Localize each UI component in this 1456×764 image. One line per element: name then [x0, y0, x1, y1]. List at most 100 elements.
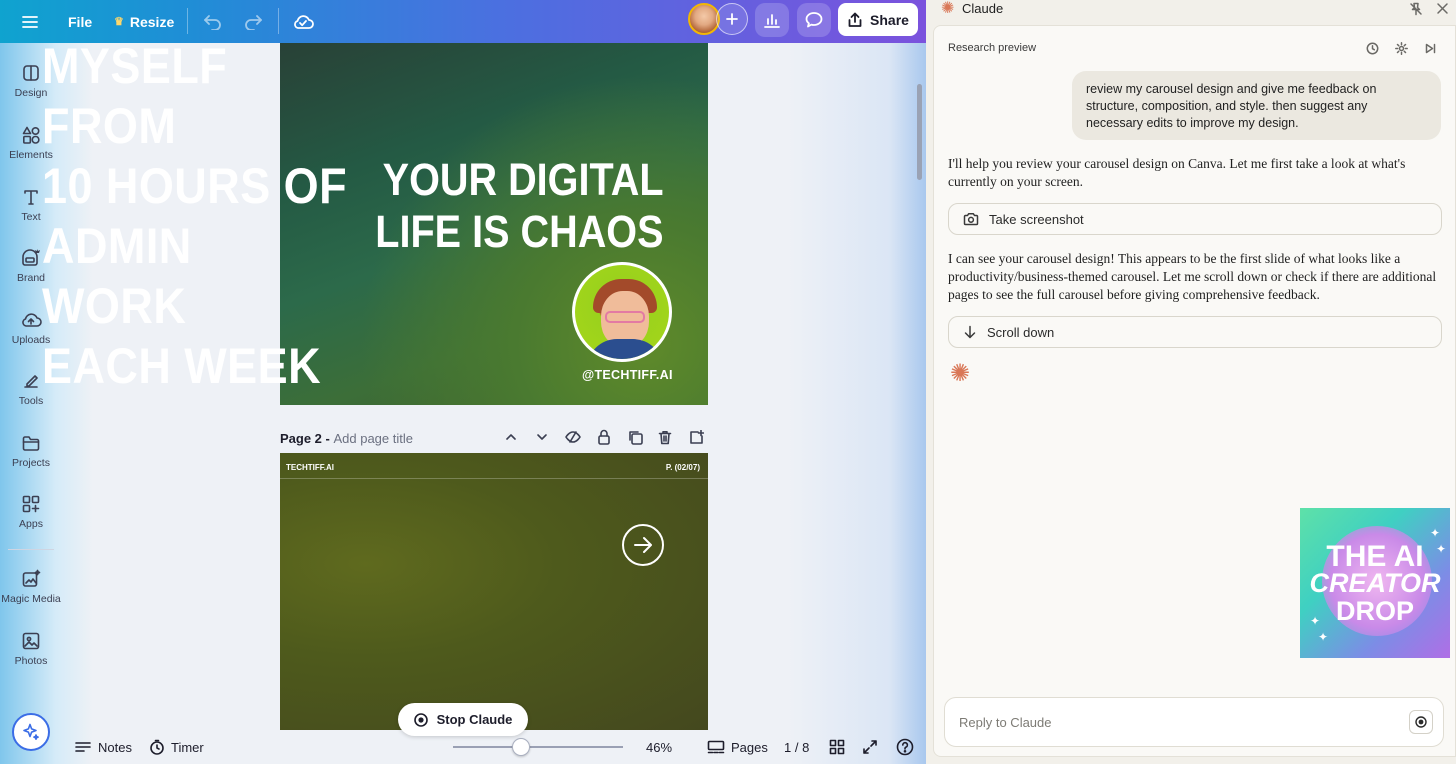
- page1-handle[interactable]: @TECHTIFF.AI: [582, 368, 673, 382]
- notes-icon: [75, 742, 91, 752]
- history-icon[interactable]: [1366, 42, 1379, 60]
- photos-icon: [22, 632, 40, 650]
- page-title-input[interactable]: Add page title: [333, 431, 413, 446]
- pages-icon: [707, 740, 725, 754]
- sidebar-item-label: Uploads: [11, 334, 51, 346]
- move-down-icon[interactable]: [532, 428, 552, 446]
- tool-call-take-screenshot[interactable]: Take screenshot: [948, 203, 1442, 235]
- sidebar-item-apps[interactable]: Apps: [0, 494, 62, 530]
- resize-button[interactable]: ♛ Resize: [114, 0, 174, 43]
- sidebar-item-label: Apps: [19, 518, 43, 530]
- insights-icon[interactable]: [755, 3, 789, 37]
- send-button[interactable]: [1409, 710, 1433, 734]
- sidebar-item-uploads[interactable]: Uploads: [0, 310, 62, 346]
- page2-brand[interactable]: TECHTIFF.AI: [286, 463, 334, 472]
- page2-indicator[interactable]: P. (02/07): [666, 463, 700, 472]
- magic-assistant-button[interactable]: [12, 713, 50, 751]
- redo-icon[interactable]: [243, 0, 263, 43]
- sidebar-item-photos[interactable]: Photos: [0, 631, 62, 667]
- settings-icon[interactable]: [1395, 42, 1408, 60]
- sidebar-item-elements[interactable]: Elements: [0, 125, 62, 161]
- carousel-page-2[interactable]: TECHTIFF.AI P. (02/07): [280, 453, 708, 730]
- magic-media-icon: [22, 569, 41, 587]
- delete-page-icon[interactable]: [655, 428, 675, 446]
- hide-page-icon[interactable]: [563, 428, 583, 446]
- crown-icon: ♛: [114, 16, 124, 28]
- page2-headline[interactable]: YOUR DIGITAL LIFE IS CHAOS: [376, 154, 664, 258]
- add-page-icon[interactable]: [686, 428, 706, 446]
- sparkle-icon: ✦: [1310, 614, 1321, 628]
- arrow-right-icon[interactable]: [622, 524, 664, 566]
- grid-view-icon[interactable]: [829, 730, 845, 764]
- projects-icon: [22, 436, 40, 451]
- timer-label: Timer: [171, 739, 204, 755]
- sidebar-item-text[interactable]: Text: [0, 187, 62, 223]
- zoom-slider-thumb[interactable]: [512, 738, 530, 756]
- sidebar-divider: [8, 549, 54, 550]
- sidebar-item-label: Projects: [12, 457, 50, 469]
- comment-icon[interactable]: [797, 3, 831, 37]
- zoom-slider[interactable]: [453, 746, 623, 748]
- canvas-scrollbar[interactable]: [917, 84, 922, 180]
- share-label: Share: [870, 11, 909, 28]
- sidebar-item-projects[interactable]: Projects: [0, 433, 62, 469]
- sidebar-item-design[interactable]: Design: [0, 63, 62, 99]
- claude-logo-icon: ✺: [941, 0, 955, 17]
- assistant-message-2: I can see your carousel design! This app…: [948, 251, 1437, 302]
- profile-photo[interactable]: [572, 262, 672, 362]
- share-button[interactable]: Share: [838, 3, 918, 36]
- duplicate-page-icon[interactable]: [625, 428, 645, 446]
- page-count: 1 / 8: [784, 739, 810, 755]
- sidebar-item-brand[interactable]: Brand: [0, 248, 62, 284]
- add-collaborator-button[interactable]: [716, 3, 748, 35]
- sparkle-icon: [23, 723, 39, 740]
- tool-call-label: Scroll down: [987, 324, 1055, 340]
- design-icon: [23, 65, 39, 81]
- sidebar-item-magic-media[interactable]: Magic Media: [0, 569, 62, 605]
- ai-creator-drop-badge: THE AI CREATOR DROP ✦ ✦ ✦ ✦: [1300, 508, 1450, 658]
- sidebar-item-label: Design: [14, 87, 48, 99]
- timer-button[interactable]: Timer: [149, 730, 204, 764]
- user-message: review my carousel design and give me fe…: [1072, 71, 1441, 140]
- tools-icon: [24, 375, 38, 388]
- pages-label: Pages: [731, 739, 768, 755]
- thinking-spinner-icon: ✺: [950, 360, 971, 387]
- zoom-value[interactable]: 46%: [646, 730, 672, 764]
- arrow-down-icon: [964, 325, 976, 339]
- camera-icon: [963, 212, 979, 226]
- uploads-icon: [22, 313, 42, 327]
- lock-icon[interactable]: [594, 428, 614, 446]
- move-up-icon[interactable]: [501, 428, 521, 446]
- elements-icon: [22, 126, 40, 144]
- file-menu[interactable]: File: [68, 0, 92, 43]
- skip-forward-icon[interactable]: [1424, 42, 1437, 60]
- stop-icon: [413, 712, 428, 727]
- tool-call-label: Take screenshot: [989, 211, 1084, 227]
- undo-icon[interactable]: [203, 0, 223, 43]
- page1-headline[interactable]: MYSELF FROM 10 HOURS OF ADMIN WORK EACH …: [42, 36, 348, 396]
- cloud-saved-icon[interactable]: [292, 0, 314, 43]
- sidebar-item-tools[interactable]: Tools: [0, 371, 62, 407]
- pages-button[interactable]: Pages: [707, 730, 768, 764]
- apps-icon: [22, 495, 40, 513]
- toolbar-divider: [278, 8, 279, 34]
- sidebar-item-label: Elements: [9, 149, 53, 161]
- sidebar-item-label: Tools: [18, 395, 44, 407]
- notes-button[interactable]: Notes: [74, 730, 132, 764]
- record-icon: [1415, 716, 1427, 728]
- help-icon[interactable]: [896, 730, 914, 764]
- stop-claude-label: Stop Claude: [436, 712, 513, 727]
- menu-icon[interactable]: [21, 0, 39, 43]
- assistant-message-1: I'll help you review your carousel desig…: [948, 156, 1406, 189]
- left-sidebar: Design Elements Text Brand Uploads Tools…: [0, 43, 62, 764]
- sidebar-item-label: Text: [21, 211, 41, 223]
- fullscreen-icon[interactable]: [862, 730, 878, 764]
- brand-icon: [22, 249, 40, 266]
- sparkle-icon: ✦: [1318, 630, 1329, 644]
- tool-call-scroll-down[interactable]: Scroll down: [948, 316, 1442, 348]
- text-icon: [24, 190, 38, 205]
- close-icon[interactable]: [1436, 2, 1449, 20]
- sidebar-item-label: Photos: [14, 655, 48, 667]
- reply-input[interactable]: Reply to Claude: [944, 697, 1444, 747]
- unpin-icon[interactable]: [1409, 2, 1423, 21]
